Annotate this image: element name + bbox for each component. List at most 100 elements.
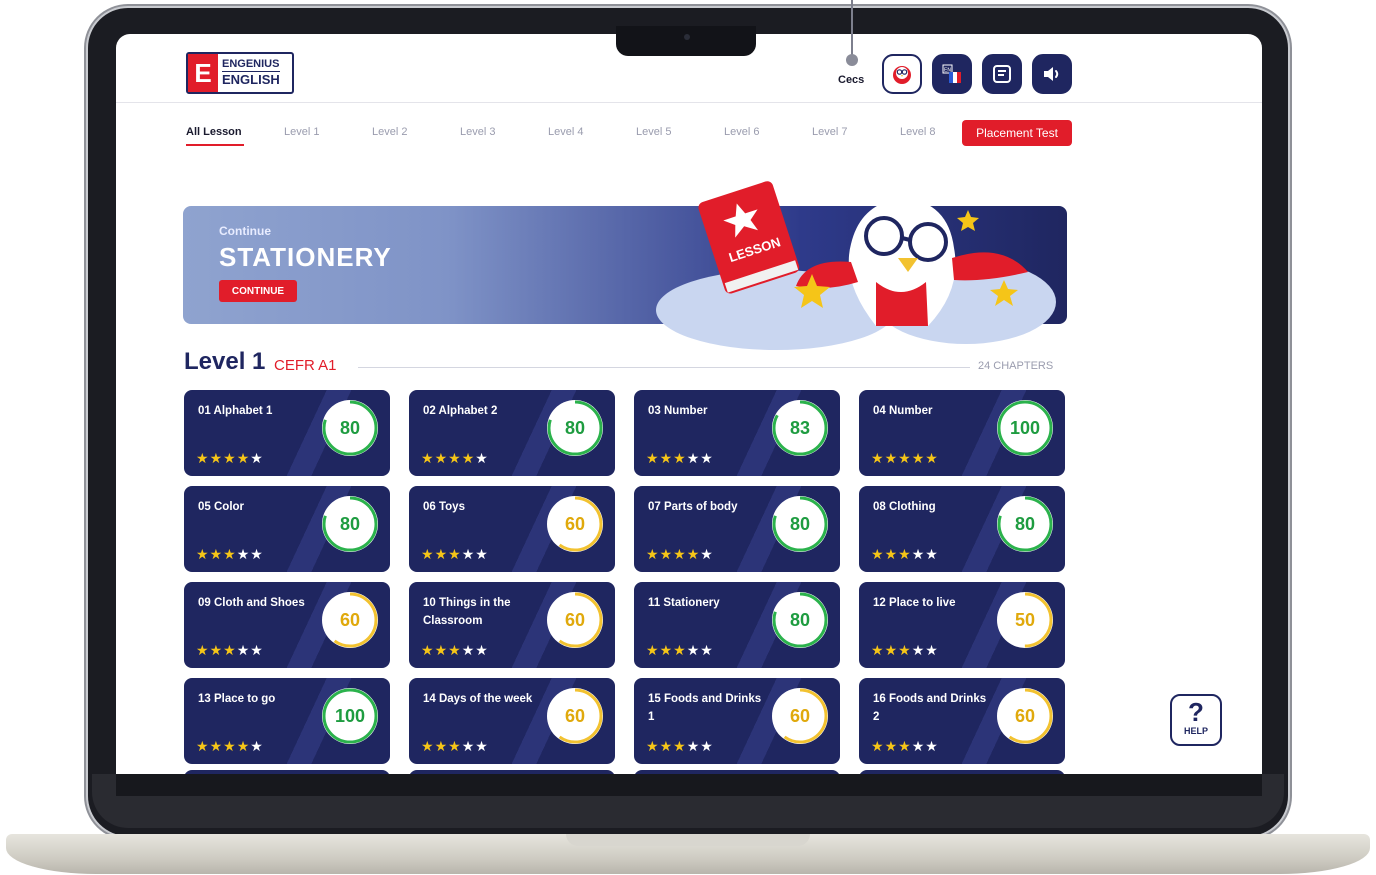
banner-continue-button[interactable]: CONTINUE	[219, 280, 297, 302]
star-filled-icon: ★	[884, 738, 899, 754]
lesson-card[interactable]: 11 Stationery ★★★★★ 80	[634, 582, 840, 668]
lesson-card[interactable]: 12 Place to live ★★★★★ 50	[859, 582, 1065, 668]
score-value: 80	[564, 418, 586, 438]
score-value: 100	[1009, 418, 1041, 438]
star-filled-icon: ★	[898, 546, 912, 562]
score-ring: 60	[545, 590, 605, 650]
lesson-card[interactable]: 10 Things in the Classroom ★★★★★ 60	[409, 582, 615, 668]
score-value: 80	[339, 418, 361, 438]
star-filled-icon: ★	[673, 738, 687, 754]
star-filled-icon: ★	[673, 642, 687, 658]
level-divider	[358, 367, 970, 368]
star-filled-icon: ★	[448, 642, 462, 658]
lesson-card[interactable]: 06 Toys ★★★★★ 60	[409, 486, 615, 572]
star-filled-icon: ★	[659, 546, 674, 562]
score-value: 60	[339, 610, 361, 630]
score-ring: 60	[545, 494, 605, 554]
score-value: 83	[789, 418, 811, 438]
tab-level-5[interactable]: Level 5	[636, 126, 671, 138]
lesson-title: 07 Parts of body	[648, 501, 738, 513]
lesson-card[interactable]: 16 Foods and Drinks 2 ★★★★★ 60	[859, 678, 1065, 764]
star-filled-icon: ★	[434, 642, 449, 658]
star-empty-icon: ★	[461, 738, 476, 754]
lesson-card[interactable]: 08 Clothing ★★★★★ 80	[859, 486, 1065, 572]
tab-level-7[interactable]: Level 7	[812, 126, 847, 138]
notes-button[interactable]	[982, 54, 1022, 94]
star-filled-icon: ★	[646, 450, 660, 466]
star-filled-icon: ★	[659, 642, 674, 658]
tab-level-1[interactable]: Level 1	[284, 126, 319, 138]
star-filled-icon: ★	[871, 738, 885, 754]
star-filled-icon: ★	[884, 450, 899, 466]
score-ring: 50	[995, 590, 1055, 650]
chapter-count: 24 CHAPTERS	[978, 360, 1054, 372]
lesson-card[interactable]: 01 Alphabet 1 ★★★★★ 80	[184, 390, 390, 476]
star-empty-icon: ★	[475, 546, 489, 562]
star-filled-icon: ★	[871, 642, 885, 658]
star-filled-icon: ★	[434, 546, 449, 562]
user-name: Cecs	[838, 74, 865, 86]
lesson-title: 12 Place to live	[873, 597, 956, 609]
score-ring: 80	[320, 398, 380, 458]
lesson-stars: ★★★★★	[646, 738, 714, 755]
star-filled-icon: ★	[421, 450, 435, 466]
score-ring: 100	[320, 686, 380, 746]
lesson-stars: ★★★★★	[421, 450, 489, 467]
star-filled-icon: ★	[659, 450, 674, 466]
star-filled-icon: ★	[646, 546, 660, 562]
avatar-button[interactable]	[882, 54, 922, 94]
logo-mark: E	[188, 54, 218, 92]
star-empty-icon: ★	[925, 738, 939, 754]
score-ring: 60	[320, 590, 380, 650]
lesson-card[interactable]: 07 Parts of body ★★★★★ 80	[634, 486, 840, 572]
language-flag-icon: EN	[942, 64, 961, 83]
lesson-stars: ★★★★★	[196, 546, 264, 563]
tab-level-2[interactable]: Level 2	[372, 126, 407, 138]
score-value: 60	[564, 706, 586, 726]
star-empty-icon: ★	[236, 546, 251, 562]
lesson-card[interactable]: 02 Alphabet 2 ★★★★★ 80	[409, 390, 615, 476]
lesson-card[interactable]: 05 Color ★★★★★ 80	[184, 486, 390, 572]
star-filled-icon: ★	[236, 450, 251, 466]
lesson-card[interactable]: 03 Number ★★★★★ 83	[634, 390, 840, 476]
tab-level-8[interactable]: Level 8	[900, 126, 935, 138]
lesson-stars: ★★★★★	[646, 450, 714, 467]
star-empty-icon: ★	[911, 642, 926, 658]
tab-level-4[interactable]: Level 4	[548, 126, 583, 138]
star-empty-icon: ★	[700, 642, 714, 658]
sound-button[interactable]	[1032, 54, 1072, 94]
lesson-card[interactable]: 04 Number ★★★★★ 100	[859, 390, 1065, 476]
star-filled-icon: ★	[209, 642, 224, 658]
lesson-card[interactable]: 09 Cloth and Shoes ★★★★★ 60	[184, 582, 390, 668]
lesson-card[interactable]: 13 Place to go ★★★★★ 100	[184, 678, 390, 764]
score-value: 60	[564, 610, 586, 630]
tab-all-lesson[interactable]: All Lesson	[186, 126, 242, 138]
star-filled-icon: ★	[673, 546, 687, 562]
star-filled-icon: ★	[871, 546, 885, 562]
star-filled-icon: ★	[646, 738, 660, 754]
star-empty-icon: ★	[236, 642, 251, 658]
star-empty-icon: ★	[911, 546, 926, 562]
score-value: 50	[1014, 610, 1036, 630]
score-ring: 60	[545, 686, 605, 746]
lesson-card[interactable]: 14 Days of the week ★★★★★ 60	[409, 678, 615, 764]
brand-logo[interactable]: E ENGENIUS ENGLISH	[186, 52, 294, 94]
tab-level-3[interactable]: Level 3	[460, 126, 495, 138]
lesson-card[interactable]: 15 Foods and Drinks 1 ★★★★★ 60	[634, 678, 840, 764]
owl-glasses-right	[908, 222, 948, 262]
score-value: 80	[339, 514, 361, 534]
star-empty-icon: ★	[911, 738, 926, 754]
owl-glasses-left	[864, 216, 904, 256]
language-button[interactable]: EN	[932, 54, 972, 94]
star-filled-icon: ★	[209, 546, 224, 562]
placement-test-button[interactable]: Placement Test	[962, 120, 1072, 146]
lesson-title: 08 Clothing	[873, 501, 936, 513]
help-button[interactable]: ? HELP	[1170, 694, 1222, 746]
star-filled-icon: ★	[196, 642, 210, 658]
tab-level-6[interactable]: Level 6	[724, 126, 759, 138]
star-filled-icon: ★	[461, 450, 476, 466]
star-empty-icon: ★	[250, 738, 264, 754]
star-filled-icon: ★	[434, 450, 449, 466]
star-filled-icon: ★	[646, 642, 660, 658]
lesson-stars: ★★★★★	[196, 642, 264, 659]
